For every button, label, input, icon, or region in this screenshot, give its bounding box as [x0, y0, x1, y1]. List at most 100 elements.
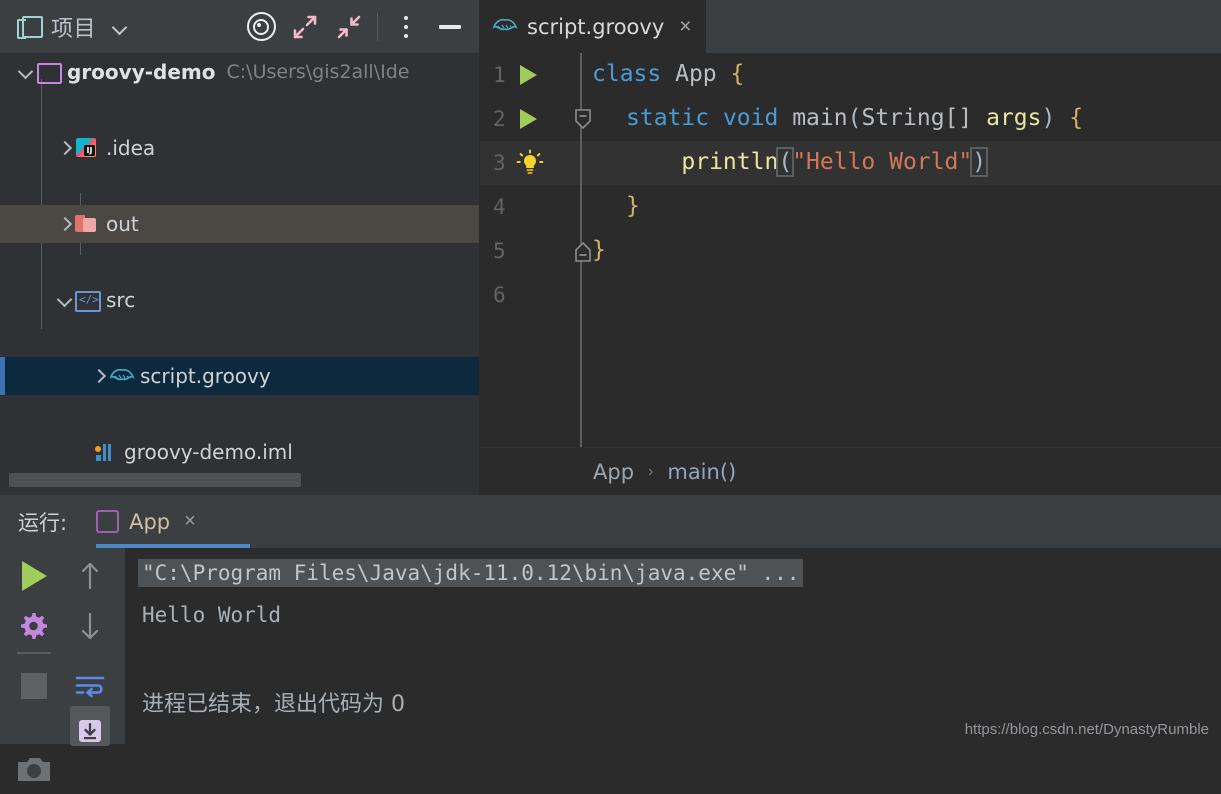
settings-button[interactable] — [6, 601, 62, 651]
tree-node-groovy-demo-iml[interactable]: groovy-demo.iml — [0, 433, 480, 465]
param-type: String[] — [861, 105, 973, 131]
code-line-1: class App { — [592, 61, 744, 87]
gear-icon — [21, 613, 47, 639]
run-class-gutter-icon[interactable] — [520, 65, 537, 85]
scroll-to-end-button[interactable] — [62, 706, 118, 756]
soft-wrap-button[interactable] — [62, 661, 118, 711]
paren-close: ) — [1041, 105, 1056, 131]
editor-line-3: 3 println("Hello World") — [480, 141, 1221, 185]
matched-paren-open: ( — [776, 147, 795, 177]
chevron-right-icon[interactable] — [57, 140, 73, 156]
project-tree-horizontal-scrollbar[interactable] — [0, 465, 480, 495]
string-literal: "Hello World" — [792, 149, 973, 175]
tree-node-script-groovy[interactable]: script.groovy — [0, 357, 480, 395]
expand-all-button[interactable] — [283, 5, 327, 49]
pane-divider[interactable] — [479, 0, 480, 495]
chevron-right-icon[interactable] — [57, 216, 73, 232]
tree-node-label: script.groovy — [140, 364, 271, 388]
tree-node-path: C:\Users\gis2all\Ide — [226, 61, 410, 83]
console-output[interactable]: "C:\Program Files\Java\jdk-11.0.12\bin\j… — [125, 548, 1221, 744]
camera-icon — [18, 758, 50, 781]
more-options-button[interactable] — [384, 5, 428, 49]
run-method-gutter-icon[interactable] — [520, 109, 537, 129]
console-output-line: Hello World — [142, 603, 282, 627]
print-button[interactable] — [6, 744, 62, 794]
brace: } — [626, 193, 640, 219]
code-line-4: } — [626, 193, 640, 219]
toolbar-divider — [377, 12, 378, 41]
project-title-group[interactable]: 项目 — [0, 11, 127, 43]
editor-line-5: 5 } — [480, 229, 1221, 273]
editor-line-4: 4 } — [480, 185, 1221, 229]
editor-line-1: 1 class App { — [480, 53, 1221, 97]
chevron-down-icon[interactable] — [113, 20, 127, 34]
run-config-icon — [96, 510, 120, 533]
keyword-class: class — [592, 61, 662, 87]
method-name: main — [792, 105, 848, 131]
down-stack-button[interactable] — [62, 601, 118, 651]
editor-area: script.groovy × 1 class App {2 static v… — [480, 0, 1221, 496]
keyword-void: void — [722, 105, 779, 131]
locate-target-button[interactable] — [239, 5, 283, 49]
tree-node-idea[interactable]: IJ .idea — [0, 129, 480, 167]
editor-line-2: 2 static void main(String[] args) { — [480, 97, 1221, 141]
chevron-down-icon[interactable] — [18, 64, 34, 80]
run-tool-window: 运行: App × "C:\Program Files\Java\jdk-11.… — [0, 495, 1221, 781]
groovy-file-icon — [492, 18, 518, 35]
run-window-label: 运行: — [18, 510, 68, 535]
class-name: App — [675, 61, 717, 87]
tree-node-label: src — [106, 288, 136, 312]
project-tree[interactable]: groovy-demo C:\Users\gis2all\Ide IJ .ide… — [0, 53, 480, 465]
tree-node-label: out — [106, 212, 139, 236]
run-tool-window-header: 运行: App × — [0, 495, 1221, 548]
tree-node-out[interactable]: out — [0, 205, 480, 243]
line-number: 6 — [493, 283, 506, 307]
chevron-right-icon[interactable] — [91, 368, 107, 384]
run-toolbar — [0, 548, 125, 781]
editor-tab-script-groovy[interactable]: script.groovy × — [480, 0, 706, 53]
arrow-down-icon — [81, 612, 99, 640]
breadcrumb-class[interactable]: App — [593, 460, 634, 484]
keyword-static: static — [626, 105, 710, 131]
source-folder-icon: </> — [75, 289, 101, 312]
console-exit-line: 进程已结束，退出代码为 0 — [142, 692, 405, 717]
run-tab-app[interactable]: App × — [96, 495, 251, 548]
editor-line-6: 6 — [480, 273, 1221, 317]
tree-node-src[interactable]: </> src — [0, 281, 480, 319]
rerun-button[interactable] — [6, 551, 62, 601]
breadcrumb-method[interactable]: main() — [667, 460, 736, 484]
console-command-line: "C:\Program Files\Java\jdk-11.0.12\bin\j… — [138, 559, 804, 587]
tree-node-label: .idea — [106, 136, 156, 160]
editor-text-area[interactable]: 1 class App { 2 static void main(String[… — [480, 53, 1221, 447]
tree-node-label: groovy-demo — [67, 60, 216, 84]
line-number: 4 — [493, 195, 506, 219]
code-line-5: } — [592, 237, 606, 263]
close-icon[interactable]: × — [679, 16, 691, 37]
project-tool-window: 项目 groovy-demo C:\Users\gis2all\Ide IJ .… — [0, 0, 480, 495]
arrow-up-icon — [81, 562, 99, 590]
editor-tab-bar: script.groovy × — [480, 0, 1221, 53]
code-line-3: println("Hello World") — [626, 147, 989, 177]
tree-node-label: groovy-demo.iml — [124, 440, 293, 464]
folder-violet-icon — [36, 61, 62, 84]
groovy-file-icon — [109, 365, 135, 387]
chevron-down-icon[interactable] — [57, 292, 73, 308]
selection-indicator — [0, 357, 5, 395]
folder-red-icon — [75, 213, 99, 235]
editor-tab-label: script.groovy — [527, 14, 665, 39]
toolbar-divider — [17, 652, 51, 654]
scroll-to-end-icon — [79, 720, 101, 742]
breadcrumb-separator: › — [648, 463, 654, 480]
stop-square-icon — [21, 673, 47, 699]
stop-button[interactable] — [6, 661, 62, 711]
brace: { — [1069, 105, 1084, 131]
locate-target-icon — [246, 12, 276, 41]
up-stack-button[interactable] — [62, 551, 118, 601]
collapse-all-button[interactable] — [327, 5, 371, 49]
close-icon[interactable]: × — [184, 510, 196, 533]
hide-window-button[interactable] — [428, 5, 472, 49]
intention-bulb-icon[interactable] — [516, 149, 544, 182]
scrollbar-thumb[interactable] — [9, 473, 301, 487]
tree-node-groovy-demo[interactable]: groovy-demo C:\Users\gis2all\Ide — [0, 53, 480, 91]
soft-wrap-icon — [75, 676, 105, 698]
